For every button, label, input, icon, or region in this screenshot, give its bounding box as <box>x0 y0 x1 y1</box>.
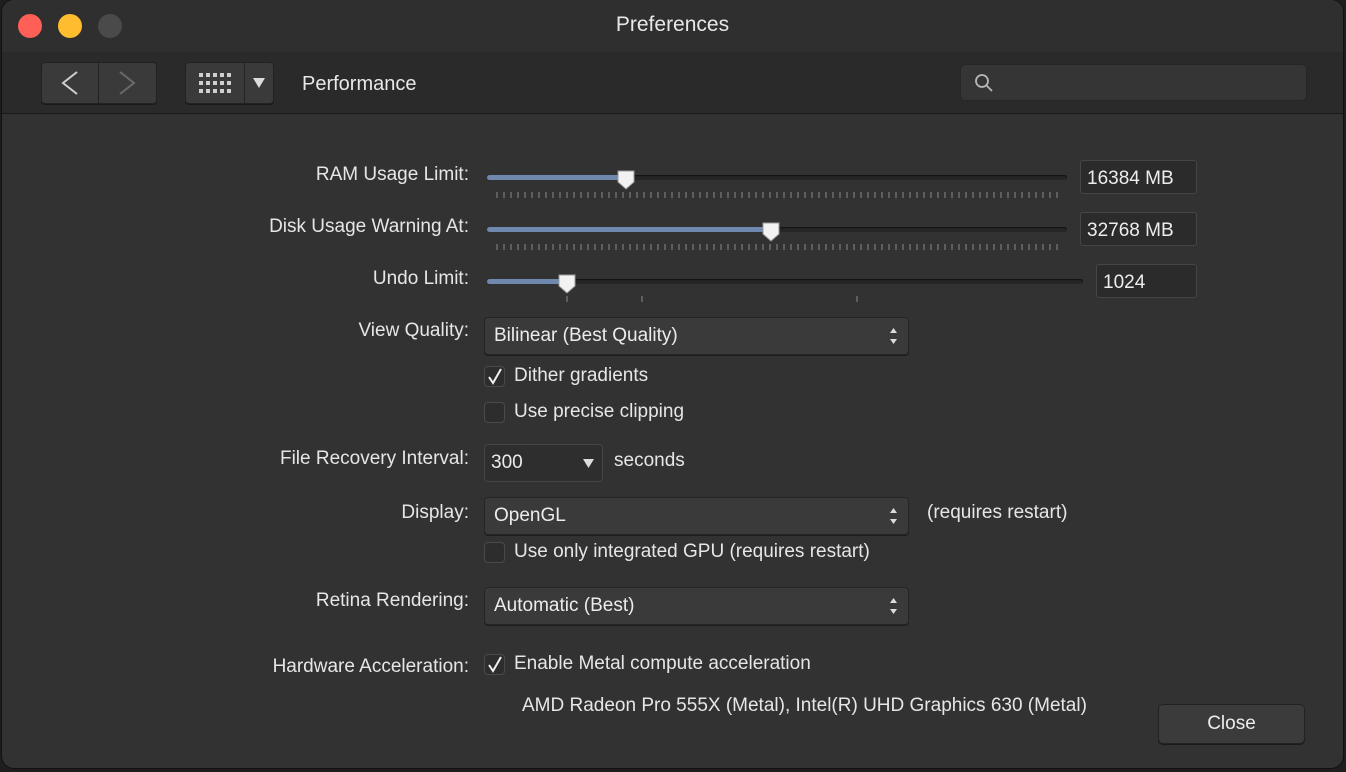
display-restart-note: (requires restart) <box>927 502 1068 523</box>
integrated-gpu-label: Use only integrated GPU (requires restar… <box>514 541 870 562</box>
retina-rendering-popup[interactable]: Automatic (Best) <box>484 587 909 625</box>
chevron-right-icon <box>119 71 136 95</box>
ram-limit-slider[interactable] <box>487 170 1067 200</box>
metal-compute-checkbox[interactable] <box>484 654 505 675</box>
slider-ticks <box>566 296 858 302</box>
view-quality-value: Bilinear (Best Quality) <box>494 325 678 346</box>
file-recovery-value: 300 <box>491 452 523 473</box>
display-value: OpenGL <box>494 505 566 526</box>
hardware-acceleration-label: Hardware Acceleration: <box>272 656 469 677</box>
undo-limit-label: Undo Limit: <box>372 268 469 289</box>
slider-ticks <box>496 244 1058 250</box>
grid-icon <box>199 73 231 93</box>
show-all-button[interactable] <box>186 63 244 103</box>
dither-gradients-label: Dither gradients <box>514 365 649 386</box>
ram-limit-label: RAM Usage Limit: <box>315 164 469 185</box>
disk-warning-value[interactable]: 32768 MB <box>1080 212 1197 246</box>
precise-clipping-label: Use precise clipping <box>514 401 685 422</box>
up-down-arrows-icon <box>890 508 897 524</box>
search-icon <box>975 74 993 92</box>
triangle-down-icon[interactable] <box>583 459 594 468</box>
slider-thumb[interactable] <box>558 274 576 294</box>
up-down-arrows-icon <box>890 328 897 344</box>
close-button[interactable]: Close <box>1158 704 1305 744</box>
display-label: Display: <box>401 502 469 523</box>
toolbar: Performance <box>2 52 1343 114</box>
window-title: Preferences <box>615 13 730 36</box>
sections-menu-button[interactable] <box>245 63 273 103</box>
performance-pane: RAM Usage Limit: 16384 MB Disk Usage War… <box>2 114 1343 768</box>
ram-limit-value[interactable]: 16384 MB <box>1080 160 1197 194</box>
file-recovery-combo[interactable]: 300 <box>484 444 603 482</box>
dither-gradients-checkbox[interactable] <box>484 366 505 387</box>
back-button[interactable] <box>42 63 98 103</box>
metal-compute-label: Enable Metal compute acceleration <box>514 653 811 674</box>
gpu-list: AMD Radeon Pro 555X (Metal), Intel(R) UH… <box>522 695 1087 716</box>
retina-rendering-value: Automatic (Best) <box>494 595 635 616</box>
disk-warning-label: Disk Usage Warning At: <box>269 216 469 237</box>
section-title: Performance <box>302 73 417 95</box>
display-popup[interactable]: OpenGL <box>484 497 909 535</box>
undo-limit-value[interactable]: 1024 <box>1096 264 1197 298</box>
disk-warning-slider[interactable] <box>487 222 1067 252</box>
checkmark-icon <box>488 368 502 385</box>
triangle-down-icon <box>253 78 265 88</box>
preferences-window: Preferences Performance RAM Usage Limit:… <box>2 0 1343 768</box>
precise-clipping-checkbox[interactable] <box>484 402 505 423</box>
retina-rendering-label: Retina Rendering: <box>315 590 469 611</box>
view-quality-popup[interactable]: Bilinear (Best Quality) <box>484 317 909 355</box>
up-down-arrows-icon <box>890 598 897 614</box>
navigation-segment <box>41 62 157 104</box>
title-bar: Preferences <box>2 0 1343 52</box>
chevron-left-icon <box>61 71 78 95</box>
file-recovery-label: File Recovery Interval: <box>279 448 469 469</box>
file-recovery-unit: seconds <box>614 450 685 471</box>
checkmark-icon <box>488 656 502 673</box>
integrated-gpu-checkbox[interactable] <box>484 542 505 563</box>
slider-thumb[interactable] <box>762 222 780 242</box>
slider-ticks <box>496 192 1058 198</box>
view-menu-segment <box>185 62 274 104</box>
slider-thumb[interactable] <box>617 170 635 190</box>
view-quality-label: View Quality: <box>358 320 469 341</box>
forward-button[interactable] <box>99 63 155 103</box>
undo-limit-slider[interactable] <box>487 274 1083 304</box>
search-field[interactable] <box>960 64 1307 101</box>
